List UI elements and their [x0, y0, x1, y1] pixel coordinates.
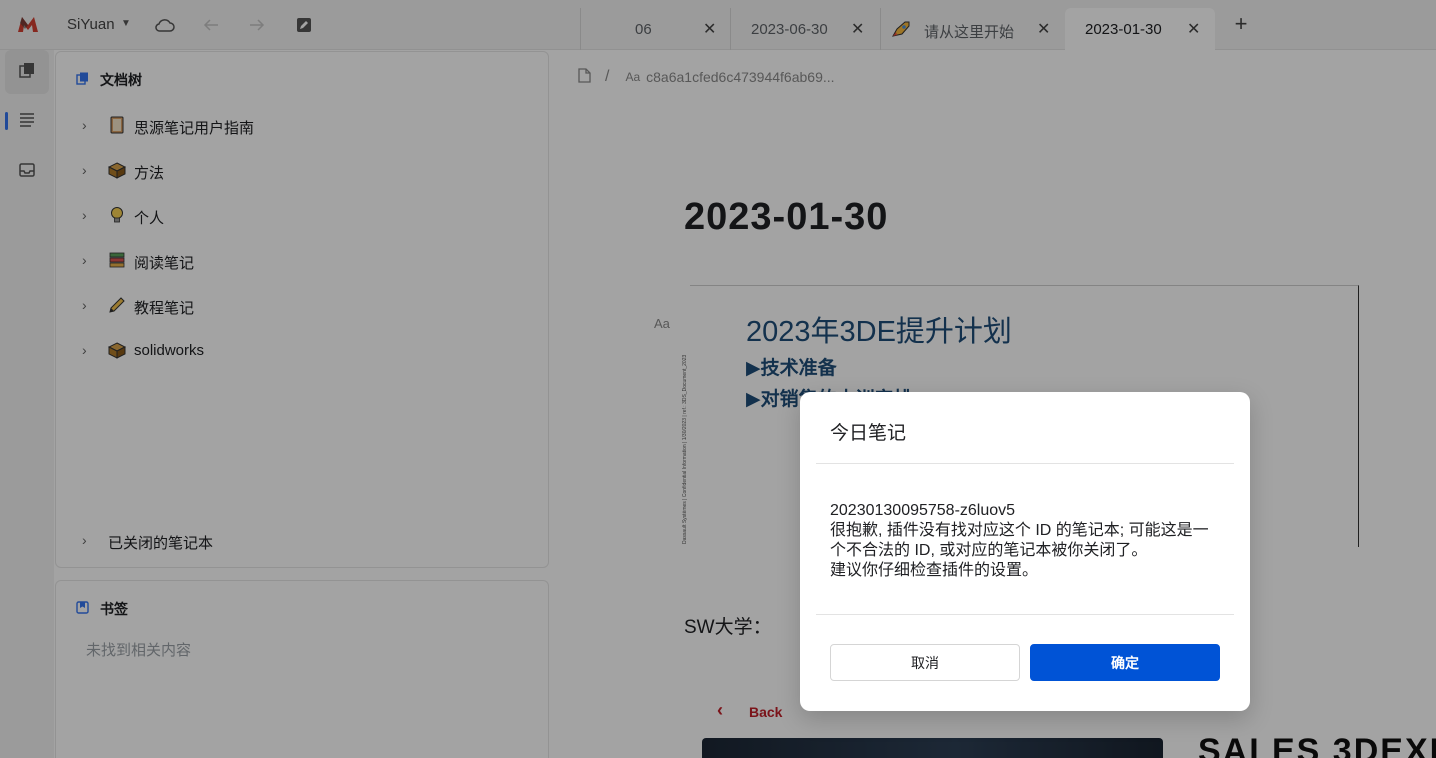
- daily-note-dialog: 今日笔记 20230130095758-z6luov5 很抱歉, 插件没有找对应…: [800, 392, 1250, 711]
- dialog-title: 今日笔记: [830, 423, 907, 444]
- divider: [816, 463, 1234, 464]
- dialog-message: 20230130095758-z6luov5 很抱歉, 插件没有找对应这个 ID…: [830, 502, 1209, 579]
- cancel-button[interactable]: 取消: [830, 644, 1020, 681]
- confirm-button[interactable]: 确定: [1030, 644, 1220, 681]
- divider: [816, 614, 1234, 615]
